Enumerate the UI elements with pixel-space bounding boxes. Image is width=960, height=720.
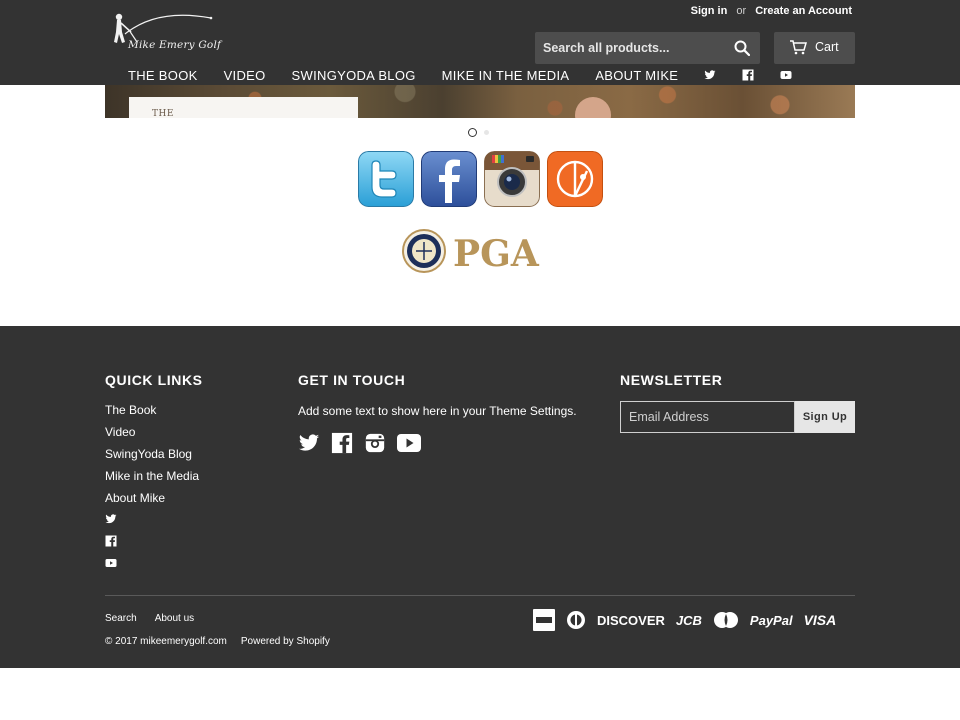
twitter-app-icon[interactable]	[358, 151, 414, 207]
footer-link-video[interactable]: Video	[105, 425, 199, 447]
nav-item-swingyoda-blog[interactable]: SWINGYODA BLOG	[279, 68, 429, 83]
payment-icons: DISCOVER JCB PayPal VISA	[533, 608, 836, 632]
footer-about-link[interactable]: About us	[155, 613, 194, 624]
hero-card-text: THE	[152, 109, 174, 118]
nav-item-the-book[interactable]: THE BOOK	[115, 68, 211, 83]
get-in-touch-text: Add some text to show here in your Theme…	[298, 404, 577, 418]
golf-app-icon[interactable]	[547, 151, 603, 207]
slider-dots	[468, 128, 489, 137]
get-in-touch-heading: GET IN TOUCH	[298, 372, 406, 388]
footer-link-swingyoda-blog[interactable]: SwingYoda Blog	[105, 447, 199, 469]
twitter-icon[interactable]	[704, 69, 716, 81]
newsletter-heading: NEWSLETTER	[620, 372, 723, 388]
touch-youtube-icon[interactable]	[397, 432, 421, 454]
footer-twitter-icon[interactable]	[105, 513, 117, 525]
touch-twitter-icon[interactable]	[298, 432, 320, 454]
instagram-app-icon[interactable]	[484, 151, 540, 207]
visa-icon: VISA	[803, 612, 837, 628]
diners-club-icon	[567, 611, 585, 629]
search-icon[interactable]	[734, 40, 750, 56]
cart-icon	[790, 40, 807, 55]
slider-dot-2[interactable]	[484, 130, 489, 135]
create-account-link[interactable]: Create an Account	[755, 5, 852, 17]
copyright-text: © 2017 mikeemerygolf.com	[105, 636, 227, 647]
sign-up-button[interactable]: Sign Up	[795, 401, 855, 433]
paypal-icon: PayPal	[749, 612, 793, 628]
site-header: Mike Emery Golf Sign in or Create an Acc…	[0, 0, 960, 85]
facebook-icon[interactable]	[742, 69, 754, 81]
touch-facebook-icon[interactable]	[331, 432, 353, 454]
footer-divider	[105, 595, 855, 596]
powered-by-link[interactable]: Powered by Shopify	[241, 636, 330, 647]
footer-link-mike-in-the-media[interactable]: Mike in the Media	[105, 469, 199, 491]
nav-item-mike-in-the-media[interactable]: MIKE IN THE MEDIA	[429, 68, 583, 83]
email-field[interactable]	[620, 401, 795, 433]
logo-text: Mike Emery Golf	[128, 39, 222, 51]
mastercard-icon	[713, 612, 738, 628]
nav-item-video[interactable]: VIDEO	[211, 68, 279, 83]
touch-instagram-icon[interactable]	[364, 432, 386, 454]
footer-link-the-book[interactable]: The Book	[105, 403, 199, 425]
newsletter-form: Sign Up	[620, 401, 855, 433]
discover-icon: DISCOVER	[597, 612, 665, 628]
get-in-touch-social	[298, 432, 421, 454]
slider-dot-1[interactable]	[468, 128, 477, 137]
quick-links-list: The Book Video SwingYoda Blog Mike in th…	[105, 403, 199, 579]
cart-label: Cart	[815, 40, 839, 54]
footer-link-about-mike[interactable]: About Mike	[105, 491, 199, 513]
sign-in-link[interactable]: Sign in	[691, 5, 728, 17]
or-text: or	[736, 5, 747, 17]
site-footer: QUICK LINKS The Book Video SwingYoda Blo…	[0, 326, 960, 668]
amex-icon	[533, 609, 555, 631]
youtube-icon[interactable]	[780, 69, 792, 81]
footer-search-link[interactable]: Search	[105, 613, 137, 624]
jcb-icon: JCB	[675, 612, 702, 628]
search-box	[535, 32, 760, 64]
nav-item-about-mike[interactable]: ABOUT MIKE	[582, 68, 691, 83]
footer-bottom-links: Search About us	[105, 613, 194, 624]
footer-facebook-icon[interactable]	[105, 535, 117, 547]
search-input[interactable]	[535, 32, 725, 64]
footer-youtube-icon[interactable]	[105, 557, 117, 569]
hero-slideshow-image[interactable]: THE	[105, 85, 855, 118]
pga-text: PGA	[453, 233, 540, 274]
account-links: Sign in or Create an Account	[691, 5, 852, 17]
footer-credits: © 2017 mikeemerygolf.com Powered by Shop…	[105, 636, 330, 647]
hero-book-card: THE	[129, 97, 358, 118]
facebook-app-icon[interactable]	[421, 151, 477, 207]
main-nav: THE BOOK VIDEO SWINGYODA BLOG MIKE IN TH…	[115, 66, 805, 84]
cart-button[interactable]: Cart	[774, 32, 855, 64]
quick-links-heading: QUICK LINKS	[105, 372, 203, 388]
pga-logo-icon[interactable]: PGA	[401, 228, 561, 274]
social-icons-row	[358, 151, 603, 207]
